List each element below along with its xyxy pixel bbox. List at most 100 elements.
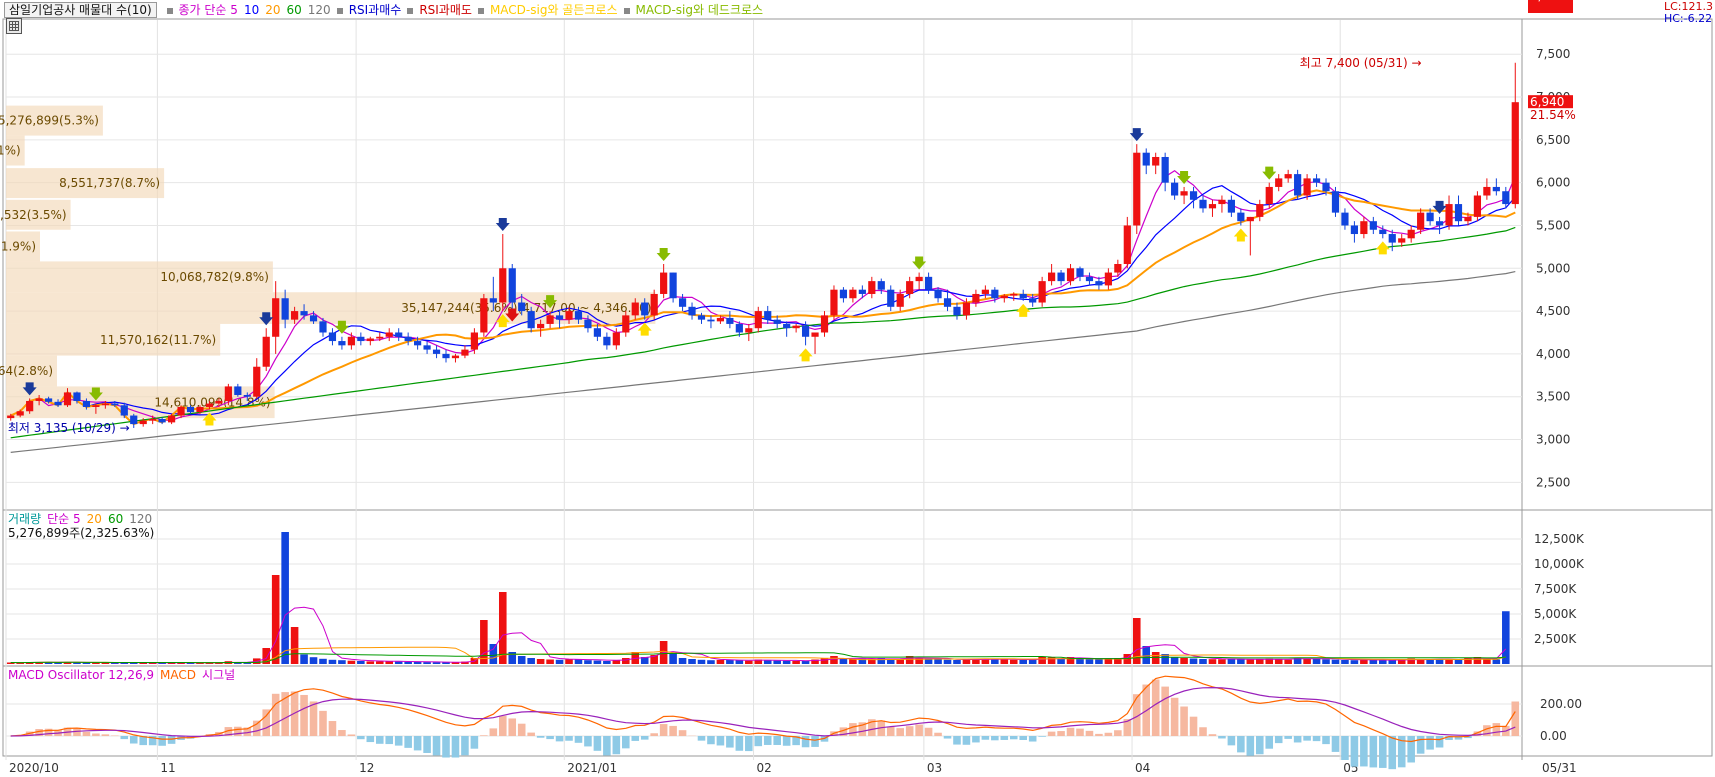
volume-bar[interactable] (593, 660, 602, 664)
candle-body[interactable] (338, 341, 346, 346)
candle-body[interactable] (839, 289, 848, 299)
volume-bar[interactable] (688, 659, 696, 664)
volume-bar[interactable] (726, 659, 734, 664)
candle-body[interactable] (7, 415, 15, 419)
candle-body[interactable] (149, 418, 157, 421)
candle-body[interactable] (82, 400, 91, 407)
candle-body[interactable] (442, 353, 450, 359)
volume-bar[interactable] (413, 662, 422, 664)
macd-legend-item[interactable]: 시그널 (202, 668, 235, 682)
candle-body[interactable] (414, 341, 422, 346)
candle-body[interactable] (139, 420, 147, 425)
candle-body[interactable] (1388, 234, 1396, 243)
candle-body[interactable] (404, 336, 412, 342)
volume-bar[interactable] (290, 627, 299, 664)
candle-body[interactable] (1341, 212, 1349, 226)
candle-body[interactable] (92, 405, 100, 407)
price-legend-item[interactable]: MACD-sig와 골든크로스 (490, 3, 618, 17)
candle-body[interactable] (1218, 199, 1226, 205)
volume-bar[interactable] (517, 656, 526, 664)
volume-bar[interactable] (1151, 652, 1160, 664)
volume-legend-item[interactable]: 단순 5 (47, 512, 81, 526)
volume-bar[interactable] (1341, 660, 1349, 664)
candle-body[interactable] (1483, 186, 1491, 196)
volume-bar[interactable] (1322, 659, 1330, 664)
volume-bar[interactable] (669, 653, 677, 664)
candle-body[interactable] (1511, 102, 1519, 205)
candle-body[interactable] (1208, 204, 1217, 209)
candle-body[interactable] (1379, 229, 1387, 235)
candle-body[interactable] (63, 392, 72, 406)
candle-body[interactable] (1114, 264, 1122, 273)
candle-body[interactable] (1322, 182, 1330, 192)
candle-body[interactable] (215, 400, 223, 404)
volume-bar[interactable] (423, 662, 431, 664)
candle-body[interactable] (385, 332, 393, 337)
volume-bar[interactable] (328, 659, 337, 664)
candle-body[interactable] (480, 298, 488, 333)
candle-body[interactable] (1133, 152, 1141, 226)
volume-bar[interactable] (1170, 657, 1179, 664)
candle-body[interactable] (1369, 221, 1377, 230)
volume-bar[interactable] (1076, 658, 1084, 664)
candle-body[interactable] (896, 293, 904, 307)
volume-legend-item[interactable]: 120 (129, 512, 152, 526)
volume-bar[interactable] (309, 657, 318, 664)
candle-body[interactable] (773, 319, 781, 324)
candle-body[interactable] (130, 415, 138, 425)
candle-body[interactable] (1426, 212, 1434, 222)
volume-bar[interactable] (546, 659, 554, 665)
candle-body[interactable] (1275, 178, 1283, 187)
candle-body[interactable] (593, 328, 602, 337)
candle-body[interactable] (395, 332, 403, 337)
candle-body[interactable] (196, 406, 204, 413)
candle-body[interactable] (347, 336, 355, 346)
candle-body[interactable] (962, 302, 971, 316)
candle-body[interactable] (745, 328, 753, 333)
volume-bar[interactable] (849, 659, 857, 665)
volume-bar[interactable] (953, 660, 961, 664)
volume-bar[interactable] (1189, 658, 1198, 665)
candle-body[interactable] (44, 398, 53, 402)
candle-body[interactable] (376, 336, 384, 339)
candle-body[interactable] (1331, 191, 1340, 213)
candle-body[interactable] (262, 336, 270, 367)
candle-body[interactable] (1010, 293, 1018, 296)
candle-body[interactable] (508, 268, 516, 303)
candle-body[interactable] (489, 298, 497, 303)
volume-bar[interactable] (1095, 659, 1103, 665)
candle-body[interactable] (1284, 174, 1292, 179)
volume-bar[interactable] (745, 660, 753, 664)
candle-body[interactable] (887, 289, 895, 307)
volume-bar[interactable] (1284, 659, 1292, 664)
price-legend-item[interactable]: RSI과매수 (349, 3, 402, 17)
candle-body[interactable] (622, 315, 630, 333)
stock-chart[interactable]: 2020/10 11 12 2021/01 02 03 04 05 05/312,5003,00… (0, 0, 1715, 777)
volume-bar[interactable] (584, 660, 592, 664)
candle-body[interactable] (1360, 221, 1368, 235)
volume-bar[interactable] (1331, 659, 1340, 664)
candle-body[interactable] (186, 406, 195, 413)
volume-bar[interactable] (1312, 659, 1321, 664)
price-legend-item[interactable]: RSI과매도 (419, 3, 472, 17)
candle-body[interactable] (357, 336, 365, 342)
price-legend-item[interactable]: 120 (308, 3, 331, 17)
candle-body[interactable] (111, 403, 119, 406)
volume-bar[interactable] (1360, 659, 1368, 664)
price-legend-item[interactable]: 20 (265, 3, 280, 17)
candle-body[interactable] (177, 406, 185, 416)
volume-legend-item[interactable]: 60 (108, 512, 123, 526)
candle-body[interactable] (707, 319, 715, 322)
candle-body[interactable] (924, 276, 933, 290)
volume-bar[interactable] (1019, 660, 1028, 664)
candle-body[interactable] (972, 293, 980, 303)
candle-body[interactable] (1294, 174, 1302, 196)
volume-bar[interactable] (839, 659, 848, 664)
candle-body[interactable] (537, 323, 545, 329)
candle-body[interactable] (54, 401, 62, 406)
candle-body[interactable] (158, 418, 166, 423)
candle-body[interactable] (73, 392, 81, 401)
volume-bar[interactable] (1009, 659, 1018, 664)
volume-bar[interactable] (432, 662, 441, 664)
volume-bar[interactable] (782, 660, 791, 664)
